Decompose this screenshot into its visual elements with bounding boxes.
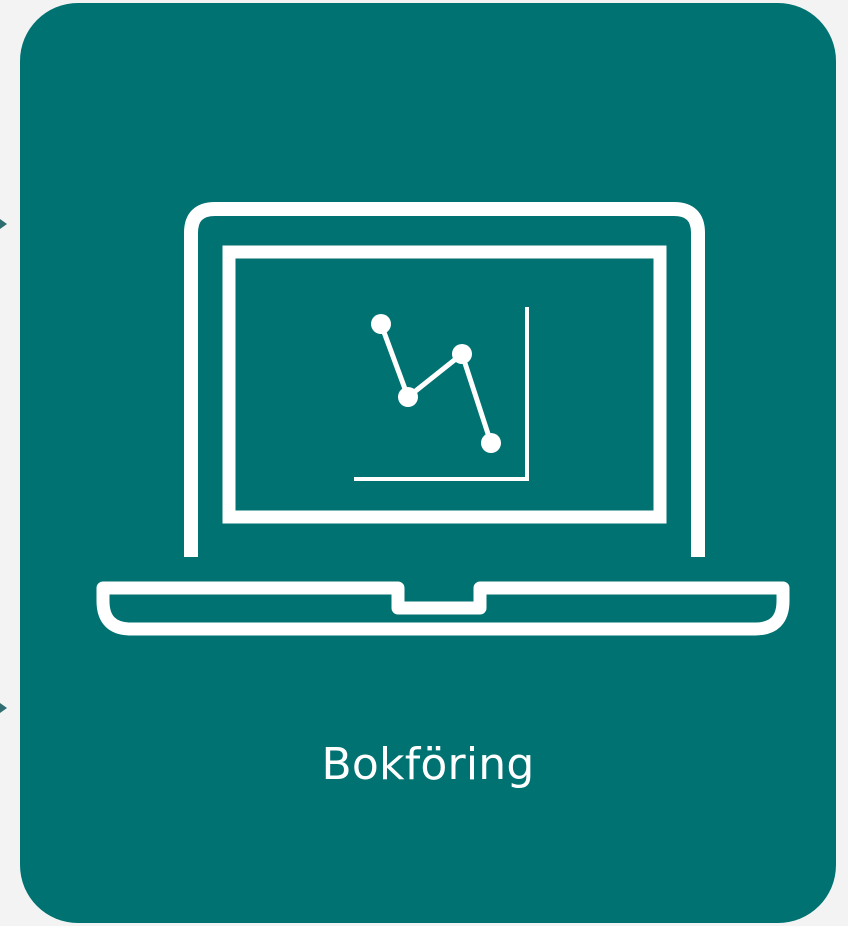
chart-point (398, 387, 418, 407)
edge-arrow-top-icon (0, 219, 7, 229)
chart-point (371, 314, 391, 334)
edge-arrow-bottom-icon (0, 703, 7, 713)
laptop-lid-outline (184, 202, 705, 557)
chart-line (378, 323, 494, 444)
bokforing-card[interactable]: Bokföring (20, 3, 836, 923)
card-label: Bokföring (321, 739, 535, 790)
laptop-base-outline (96, 581, 790, 636)
page: Bokföring (0, 0, 848, 926)
chart-point (452, 344, 472, 364)
chart-point (481, 433, 501, 453)
